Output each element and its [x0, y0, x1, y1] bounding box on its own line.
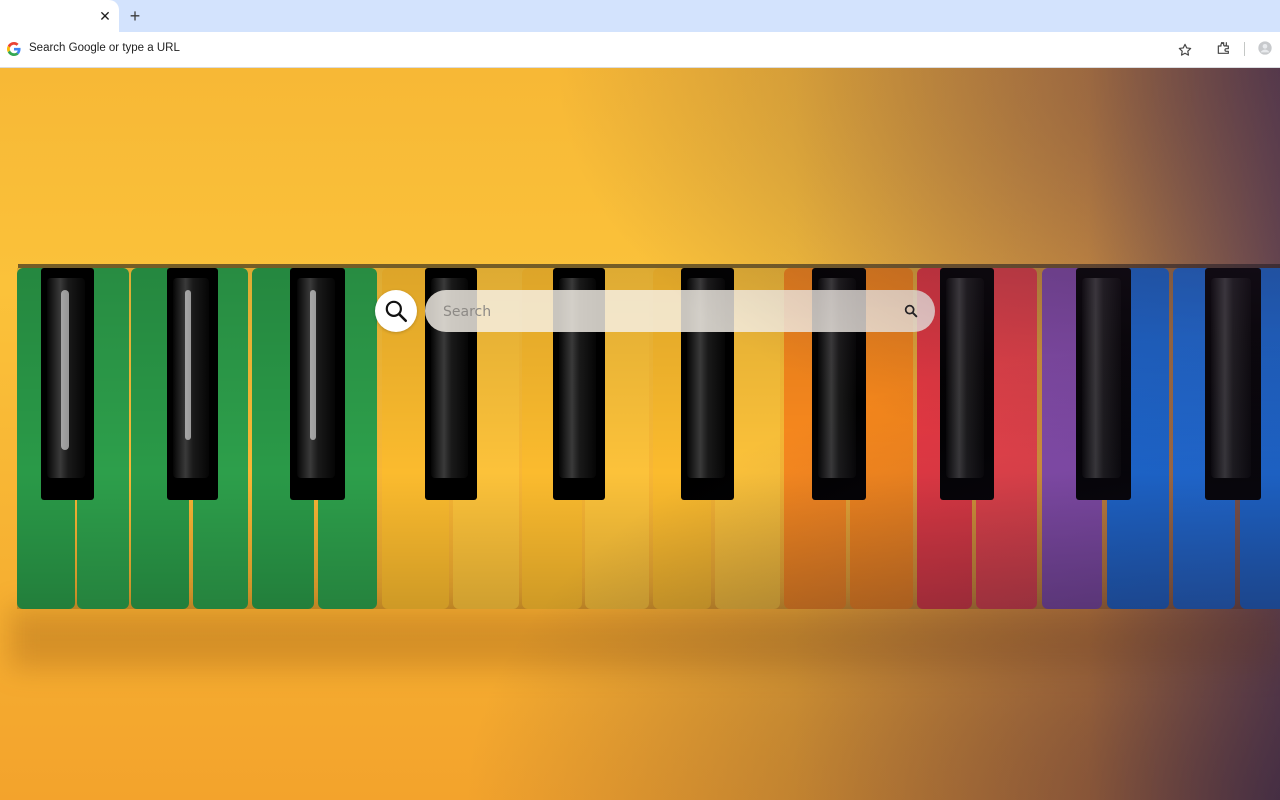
piano-keyboard-wallpaper: [17, 264, 1280, 609]
extensions-icon[interactable]: [1215, 40, 1231, 56]
toolbar-separator: [1244, 42, 1245, 56]
search-input[interactable]: [441, 290, 895, 334]
new-tab-icon[interactable]: +: [124, 5, 146, 27]
bookmark-star-icon[interactable]: [1177, 42, 1193, 58]
search-logo-button[interactable]: [375, 290, 417, 332]
google-g-icon: [7, 42, 21, 56]
search-logo-icon: [385, 300, 408, 323]
profile-icon[interactable]: [1257, 40, 1273, 56]
search-icon[interactable]: [903, 303, 919, 319]
new-tab-page: [0, 68, 1280, 800]
tab-new-tab[interactable]: ✕: [0, 0, 119, 32]
address-bar-text: Search Google or type a URL: [29, 42, 180, 54]
search-box: [425, 290, 935, 334]
address-bar[interactable]: Search Google or type a URL: [2, 35, 1200, 63]
tab-strip: ✕ +: [0, 0, 1280, 32]
close-tab-icon[interactable]: ✕: [96, 7, 114, 25]
keyboard-rail: [18, 264, 1280, 268]
browser-toolbar: Search Google or type a URL: [0, 32, 1280, 68]
